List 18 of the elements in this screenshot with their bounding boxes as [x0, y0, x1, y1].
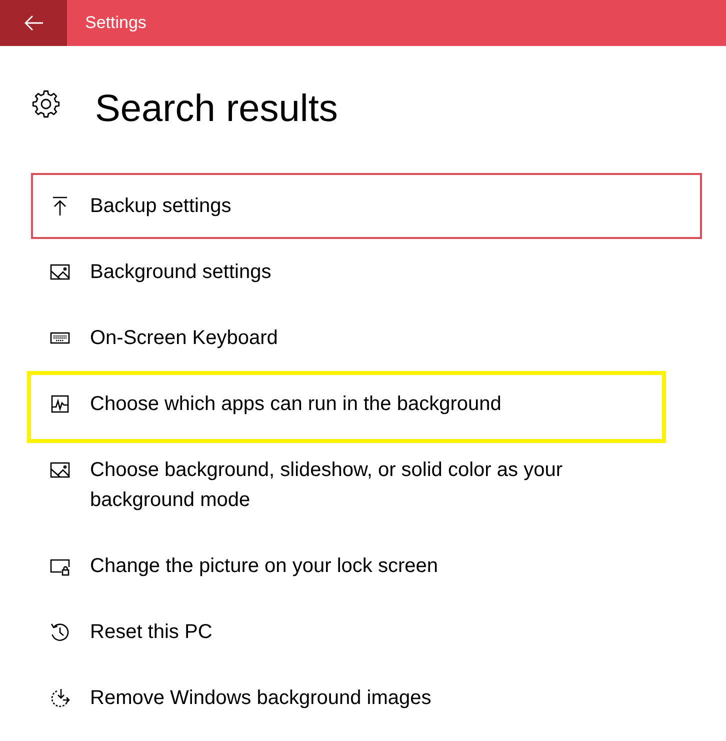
- search-result[interactable]: Backup settings: [31, 173, 702, 239]
- settings-icon: [32, 90, 60, 118]
- search-result[interactable]: Remove Windows background images: [31, 665, 702, 731]
- upload-arrow-icon: [50, 196, 70, 216]
- search-result[interactable]: Background settings: [31, 239, 702, 305]
- back-arrow-icon: [24, 15, 44, 31]
- back-button[interactable]: [0, 0, 67, 46]
- picture-icon: [50, 262, 70, 282]
- search-result[interactable]: Choose which apps can run in the background: [27, 371, 666, 443]
- picture-icon: [50, 460, 70, 480]
- activity-chart-icon: [50, 394, 70, 414]
- window-title: Settings: [84, 12, 146, 34]
- search-result[interactable]: Reset this PC: [31, 599, 702, 665]
- page-title: Search results: [95, 90, 338, 128]
- history-icon: [50, 622, 70, 642]
- restore-icon: [50, 688, 70, 708]
- search-result[interactable]: On-Screen Keyboard: [31, 305, 702, 371]
- search-result[interactable]: Change the picture on your lock screen: [31, 533, 702, 599]
